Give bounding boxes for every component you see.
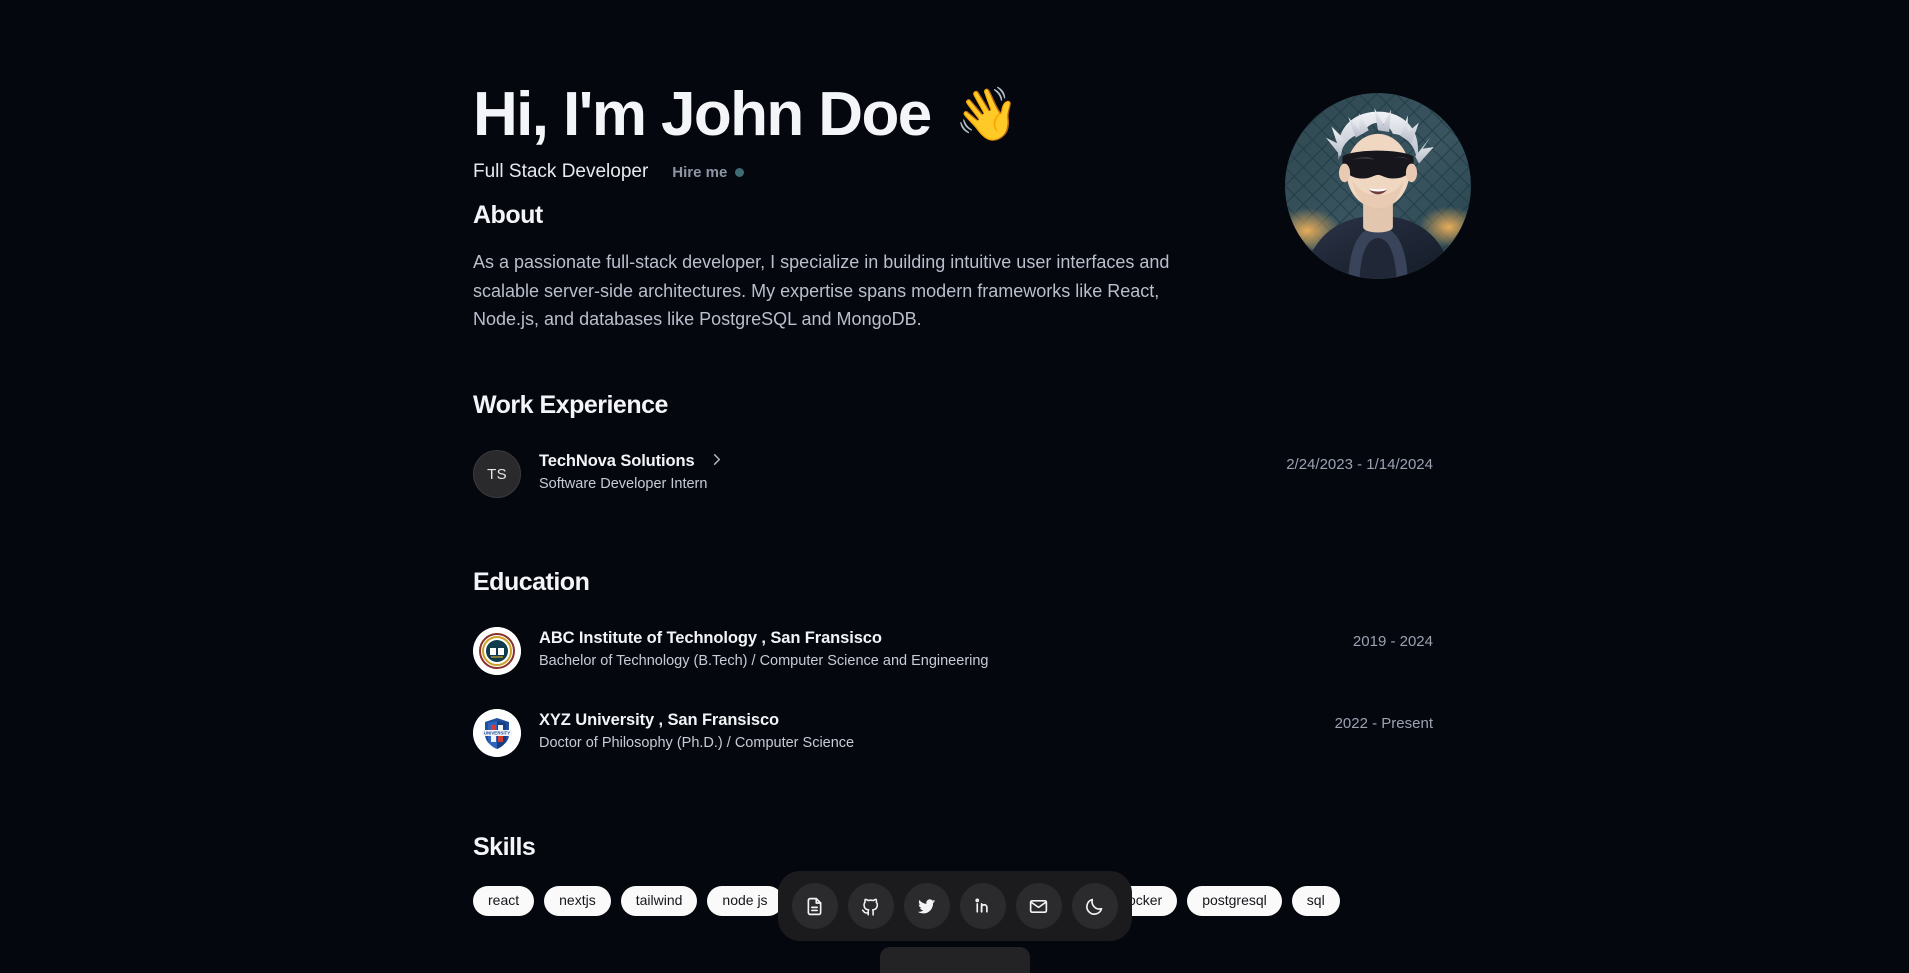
hero-role-text: Full Stack Developer bbox=[473, 161, 649, 183]
resume-document-icon bbox=[804, 896, 825, 917]
hire-me-button[interactable]: Hire me bbox=[672, 163, 745, 181]
company-name: TechNova Solutions bbox=[539, 452, 695, 471]
education-details: ABC Institute of Technology , San Fransi… bbox=[539, 627, 1335, 669]
education-details: XYZ University , San Fransisco Doctor of… bbox=[539, 709, 1317, 751]
linkedin-icon-button[interactable] bbox=[959, 883, 1006, 929]
about-paragraph: As a passionate full-stack developer, I … bbox=[473, 252, 1170, 329]
education-title-row: ABC Institute of Technology , San Fransi… bbox=[539, 629, 1335, 648]
education-row[interactable]: UNIVERSITY XYZ University , San Fransisc… bbox=[473, 703, 1433, 763]
education-list: ABC Institute of Technology , San Fransi… bbox=[473, 621, 1433, 763]
email-icon-button[interactable] bbox=[1015, 883, 1062, 929]
hero-section: Hi, I'm John Doe 👋 Full Stack Developer … bbox=[473, 0, 1471, 279]
company-logo-monogram: TS bbox=[473, 450, 521, 499]
school-logo-shield-crest: UNIVERSITY bbox=[473, 709, 521, 758]
resume-document-icon-button[interactable] bbox=[791, 883, 838, 929]
education-title-row: XYZ University , San Fransisco bbox=[539, 711, 1317, 730]
skill-chip[interactable]: node js bbox=[707, 886, 783, 917]
github-icon-button[interactable] bbox=[847, 883, 894, 929]
school-logo-book-crest bbox=[473, 627, 521, 676]
school-name: XYZ University , San Fransisco bbox=[539, 711, 780, 730]
skill-chip[interactable]: tailwind bbox=[620, 886, 698, 917]
work-experience-row[interactable]: TS TechNova Solutions Software Developer… bbox=[473, 444, 1433, 504]
skill-chip[interactable]: nextjs bbox=[544, 886, 611, 917]
education-date: 2019 - 2024 bbox=[1352, 633, 1433, 651]
hero-greeting-text: Hi, I'm John Doe bbox=[473, 80, 932, 149]
svg-text:UNIVERSITY: UNIVERSITY bbox=[484, 731, 510, 736]
github-icon bbox=[860, 896, 881, 917]
skill-chip[interactable]: react bbox=[473, 886, 535, 917]
page-content: Hi, I'm John Doe 👋 Full Stack Developer … bbox=[473, 0, 1471, 917]
dock-toolbar bbox=[777, 871, 1132, 941]
company-initials: TS bbox=[487, 465, 507, 483]
job-position: Software Developer Intern bbox=[539, 476, 708, 493]
degree-text: Bachelor of Technology (B.Tech) / Comput… bbox=[539, 653, 989, 670]
degree-text: Doctor of Philosophy (Ph.D.) / Computer … bbox=[539, 735, 855, 752]
hire-me-label: Hire me bbox=[672, 163, 728, 181]
education-heading: Education bbox=[473, 568, 590, 597]
work-experience-list: TS TechNova Solutions Software Developer… bbox=[473, 444, 1433, 504]
skill-chip[interactable]: sql bbox=[1291, 886, 1340, 917]
twitter-icon-button[interactable] bbox=[903, 883, 950, 929]
work-experience-title-row: TechNova Solutions bbox=[539, 452, 1268, 471]
dock-drag-handle[interactable] bbox=[879, 947, 1030, 973]
work-experience-heading: Work Experience bbox=[473, 391, 668, 420]
moon-icon-button[interactable] bbox=[1071, 883, 1118, 929]
education-section: Education ABC Institute of Technology , … bbox=[473, 568, 1433, 763]
page-title: Hi, I'm John Doe 👋 bbox=[473, 82, 1433, 147]
email-icon bbox=[1028, 896, 1049, 917]
education-row[interactable]: ABC Institute of Technology , San Fransi… bbox=[473, 621, 1433, 681]
status-dot-icon bbox=[735, 167, 745, 177]
work-experience-date: 2/24/2023 - 1/14/2024 bbox=[1286, 456, 1433, 474]
skills-heading: Skills bbox=[473, 833, 536, 862]
skill-chip[interactable]: postgresql bbox=[1187, 886, 1282, 917]
school-name: ABC Institute of Technology , San Fransi… bbox=[539, 629, 882, 648]
twitter-icon bbox=[916, 896, 937, 917]
linkedin-icon bbox=[972, 896, 993, 917]
education-date: 2022 - Present bbox=[1334, 715, 1433, 733]
chevron-right-icon[interactable] bbox=[709, 452, 724, 470]
about-section: About As a passionate full-stack develop… bbox=[473, 201, 1433, 333]
avatar bbox=[1285, 93, 1471, 279]
moon-icon bbox=[1084, 896, 1105, 917]
waving-hand-icon: 👋 bbox=[954, 85, 1020, 144]
work-experience-details: TechNova Solutions Software Developer In… bbox=[539, 450, 1268, 492]
portfolio-page: Hi, I'm John Doe 👋 Full Stack Developer … bbox=[0, 0, 1909, 973]
work-experience-section: Work Experience TS TechNova Solutions So… bbox=[473, 391, 1433, 504]
